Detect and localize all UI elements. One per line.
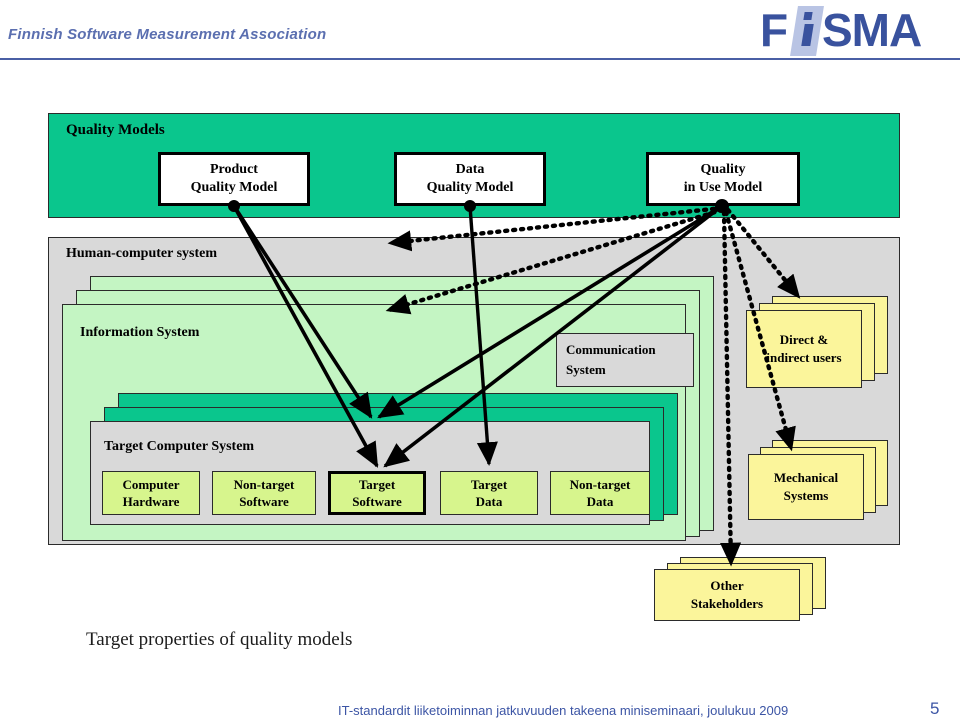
target-computer-system-title: Target Computer System	[104, 439, 255, 454]
other-stakeholders-box[interactable]: Other Stakeholders	[654, 569, 800, 621]
human-computer-system-title: Human-computer system	[66, 246, 218, 261]
communication-system-label: Communication System	[566, 340, 656, 380]
mechanical-systems-box[interactable]: Mechanical Systems	[748, 454, 864, 520]
card-line-2: in Use Model	[683, 180, 763, 195]
actor-line-2: Systems	[783, 488, 829, 503]
cell-line-1: Non-target	[233, 477, 295, 492]
actor-line-1: Direct &	[779, 332, 829, 347]
footer-text: IT-standardit liiketoiminnan jatkuvuuden…	[338, 703, 789, 718]
mechanical-systems-stack[interactable]: Mechanical Systems	[748, 440, 888, 520]
actor-line-2: Stakeholders	[690, 596, 764, 611]
comm-line-1: Communication	[566, 342, 656, 357]
card-line-1: Product	[210, 162, 258, 177]
card-line-1: Data	[455, 162, 485, 177]
actor-line-1: Mechanical	[773, 470, 839, 485]
quality-model-card-data[interactable]: Data Quality Model	[394, 152, 546, 206]
comm-line-2: System	[566, 362, 606, 377]
page-header: Finnish Software Measurement Association…	[0, 0, 960, 66]
diagram-caption: Target properties of quality models	[86, 629, 353, 650]
card-line-1: Quality	[700, 162, 746, 177]
cell-line-1: Target	[358, 477, 396, 492]
cell-line-1: Non-target	[569, 477, 631, 492]
quality-model-card-quality-in-use[interactable]: Quality in Use Model	[646, 152, 800, 206]
association-name: Finnish Software Measurement Association	[8, 26, 327, 43]
card-line-2: Quality Model	[190, 180, 278, 195]
cell-line-2: Software	[352, 494, 402, 509]
logo-i-dot	[803, 12, 813, 20]
quality-model-card-product[interactable]: Product Quality Model	[158, 152, 310, 206]
cell-line-2: Software	[239, 494, 289, 509]
cell-line-2: Data	[475, 494, 503, 509]
quality-models-title: Quality Models	[66, 122, 165, 138]
cell-line-2: Hardware	[122, 494, 180, 509]
other-stakeholders-stack[interactable]: Other Stakeholders	[654, 557, 826, 621]
fisma-logo: F SMA	[760, 4, 952, 56]
tcs-cell-non-target-software[interactable]: Non-target Software	[212, 471, 316, 515]
tcs-cell-target-data[interactable]: Target Data	[440, 471, 538, 515]
tcs-cell-non-target-data[interactable]: Non-target Data	[550, 471, 650, 515]
actor-line-1: Other	[710, 578, 744, 593]
page-number: 5	[930, 699, 940, 718]
tcs-cell-computer-hardware[interactable]: Computer Hardware	[102, 471, 200, 515]
cell-line-1: Target	[470, 477, 508, 492]
cell-line-1: Computer	[122, 477, 180, 492]
direct-indirect-users-stack[interactable]: Direct & indirect users	[746, 296, 888, 388]
direct-indirect-users-box[interactable]: Direct & indirect users	[746, 310, 862, 388]
card-line-2: Quality Model	[426, 180, 514, 195]
logo-letter-f: F	[760, 4, 788, 56]
tcs-cell-target-software[interactable]: Target Software	[328, 471, 426, 515]
actor-line-2: indirect users	[766, 350, 842, 365]
information-system-title: Information System	[80, 325, 200, 340]
header-divider	[0, 58, 960, 60]
logo-letters-sma: SMA	[822, 4, 922, 56]
cell-line-2: Data	[586, 494, 614, 509]
